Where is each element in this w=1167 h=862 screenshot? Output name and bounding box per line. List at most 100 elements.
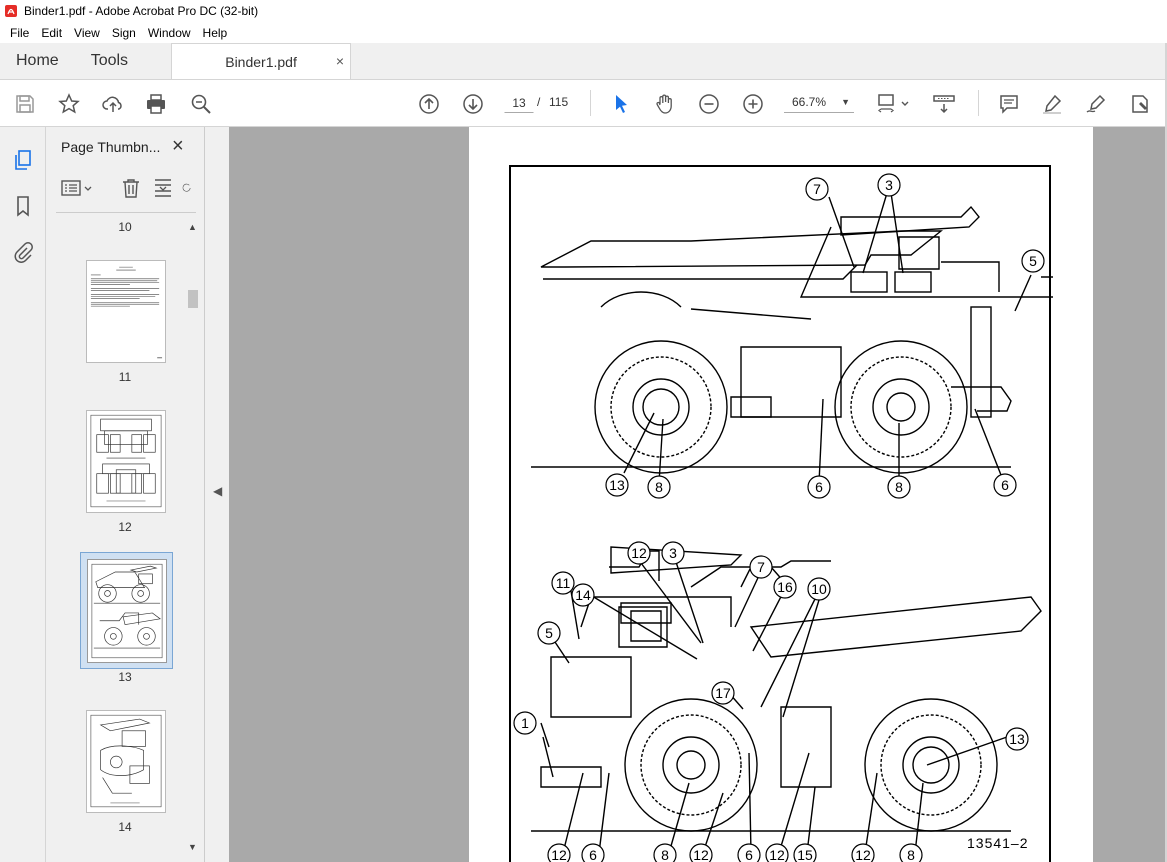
- window-title: Binder1.pdf - Adobe Acrobat Pro DC (32-b…: [24, 4, 259, 18]
- hand-tool-icon[interactable]: [653, 92, 677, 116]
- next-page-icon[interactable]: [461, 92, 485, 116]
- callout-bubbles-upper: [605, 173, 1045, 499]
- save-icon[interactable]: [13, 92, 37, 116]
- page-thumbnail-11[interactable]: [86, 260, 166, 363]
- panel-collapse-strip: ◀: [205, 127, 229, 862]
- highlight-pen-icon[interactable]: [1040, 92, 1064, 116]
- panel-divider: [56, 212, 196, 213]
- document-view[interactable]: 7 3 5 13 8 6 8 6 12 3 7 11 14 16 10 5 17…: [229, 127, 1167, 862]
- collapse-panel-icon[interactable]: ◀: [213, 484, 222, 498]
- callout-label: 13: [609, 477, 625, 493]
- callout-label: 6: [589, 847, 597, 862]
- thumbnail-scrollbar[interactable]: ▲ ▼: [186, 218, 200, 858]
- truck-technical-drawing: 7 3 5 13 8 6 8 6 12 3 7 11 14 16 10 5 17…: [509, 165, 1053, 862]
- tab-tools[interactable]: Tools: [75, 43, 144, 79]
- callout-label: 13: [1009, 731, 1025, 747]
- current-page-input[interactable]: 13: [504, 91, 534, 113]
- callout-label: 6: [1001, 477, 1009, 493]
- menu-window[interactable]: Window: [142, 26, 197, 40]
- extract-pages-icon[interactable]: [152, 177, 174, 199]
- thumbnail-options-icon[interactable]: [60, 177, 94, 199]
- close-tab-icon[interactable]: ×: [336, 53, 344, 69]
- callout-label: 8: [655, 479, 663, 495]
- figure-code: 13541–2: [967, 835, 1029, 851]
- delete-page-icon[interactable]: [120, 177, 142, 199]
- scroll-mode-icon[interactable]: [932, 92, 956, 116]
- callout-label: 14: [575, 587, 591, 603]
- zoom-search-icon[interactable]: [189, 92, 213, 116]
- page-separator: /: [537, 95, 541, 109]
- panel-title: Page Thumbn...: [61, 139, 161, 155]
- comment-icon[interactable]: [997, 92, 1021, 116]
- zoom-out-icon[interactable]: [697, 92, 721, 116]
- toolbar-divider: [590, 90, 591, 116]
- thumbnail-label: 14: [118, 820, 132, 834]
- callout-label: 8: [661, 847, 669, 862]
- fit-page-icon[interactable]: [876, 92, 912, 116]
- rotate-page-icon[interactable]: [182, 177, 192, 199]
- sign-pen-icon[interactable]: [1084, 92, 1108, 116]
- more-tools-icon[interactable]: [1128, 92, 1152, 116]
- callout-label: 3: [669, 545, 677, 561]
- zoom-value: 66.7%: [792, 95, 827, 109]
- callout-label: 11: [556, 575, 571, 591]
- callout-label: 17: [715, 685, 731, 701]
- tab-document[interactable]: Binder1.pdf ×: [171, 43, 352, 79]
- tab-home[interactable]: Home: [0, 43, 75, 79]
- callout-label: 7: [813, 181, 821, 197]
- page-thumbnail-13-selected[interactable]: [80, 552, 173, 669]
- attachment-icon[interactable]: [10, 239, 36, 265]
- previous-page-icon[interactable]: [417, 92, 441, 116]
- toolbar-divider: [978, 90, 979, 116]
- callout-label: 10: [811, 581, 827, 597]
- truck-side-view-preview: [91, 563, 163, 659]
- thumbnail-label: 11: [118, 370, 132, 384]
- scroll-up-icon[interactable]: ▲: [188, 222, 197, 232]
- main-toolbar: [0, 80, 1167, 127]
- menu-bar: File Edit View Sign Window Help: [0, 22, 1167, 43]
- callout-label: 8: [907, 847, 915, 862]
- page-thumbnail-12[interactable]: [86, 410, 166, 513]
- scroll-down-icon[interactable]: ▼: [188, 842, 197, 852]
- page-thumbnails-icon[interactable]: [10, 147, 36, 173]
- callout-label: 12: [855, 847, 871, 862]
- callout-label: 8: [895, 479, 903, 495]
- pdf-page: 7 3 5 13 8 6 8 6 12 3 7 11 14 16 10 5 17…: [469, 127, 1093, 862]
- callout-label: 5: [1029, 253, 1037, 269]
- menu-file[interactable]: File: [4, 26, 35, 40]
- scrollbar-thumb[interactable]: [188, 290, 198, 308]
- callout-label: 15: [797, 847, 813, 862]
- callout-label: 1: [521, 715, 529, 731]
- zoom-in-icon[interactable]: [741, 92, 765, 116]
- print-icon[interactable]: [144, 92, 168, 116]
- bookmark-icon[interactable]: [10, 193, 36, 219]
- menu-help[interactable]: Help: [197, 26, 234, 40]
- text-page-preview: [90, 266, 163, 359]
- close-panel-icon[interactable]: ×: [172, 135, 184, 158]
- callout-label: 3: [885, 177, 893, 193]
- title-bar: Binder1.pdf - Adobe Acrobat Pro DC (32-b…: [0, 0, 1167, 22]
- callout-label: 6: [815, 479, 823, 495]
- callout-label: 12: [693, 847, 709, 862]
- engine-detail-preview: [90, 714, 162, 808]
- select-pointer-icon[interactable]: [609, 92, 633, 116]
- navigation-rail: [0, 127, 46, 862]
- haul-truck-illustration: 7 3 5 13 8 6 8 6 12 3 7 11 14 16 10 5 17…: [513, 173, 1053, 862]
- star-icon[interactable]: [57, 92, 81, 116]
- callout-label: 16: [777, 579, 793, 595]
- page-thumbnails-panel: Page Thumbn... × 10 11 12 13 14: [46, 127, 205, 862]
- thumbnail-label: 13: [118, 670, 132, 684]
- menu-sign[interactable]: Sign: [106, 26, 142, 40]
- zoom-select[interactable]: 66.7% ▼: [784, 91, 854, 113]
- acrobat-app-icon: [5, 5, 17, 17]
- menu-edit[interactable]: Edit: [35, 26, 68, 40]
- callout-label: 6: [745, 847, 753, 862]
- tab-bar: Home Tools Binder1.pdf ×: [0, 43, 1167, 80]
- chevron-down-icon: ▼: [841, 97, 850, 107]
- upload-cloud-icon[interactable]: [101, 92, 125, 116]
- callout-label: 12: [769, 847, 785, 862]
- thumbnail-label: 10: [118, 220, 132, 234]
- callout-label: 12: [631, 545, 647, 561]
- page-thumbnail-14[interactable]: [86, 710, 166, 813]
- menu-view[interactable]: View: [68, 26, 106, 40]
